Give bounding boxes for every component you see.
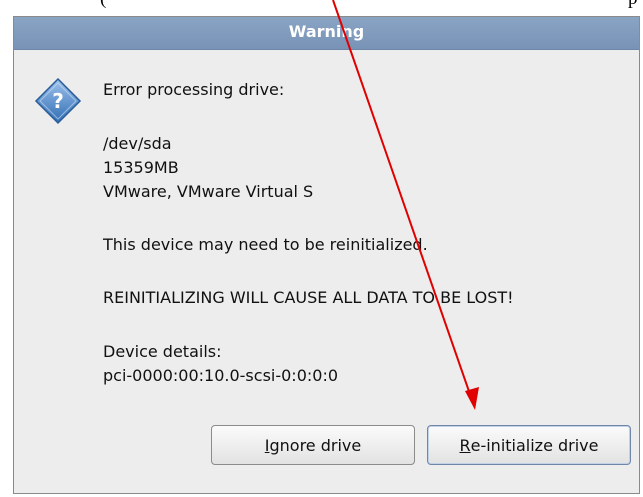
annotation-arrow (332, 0, 479, 410)
